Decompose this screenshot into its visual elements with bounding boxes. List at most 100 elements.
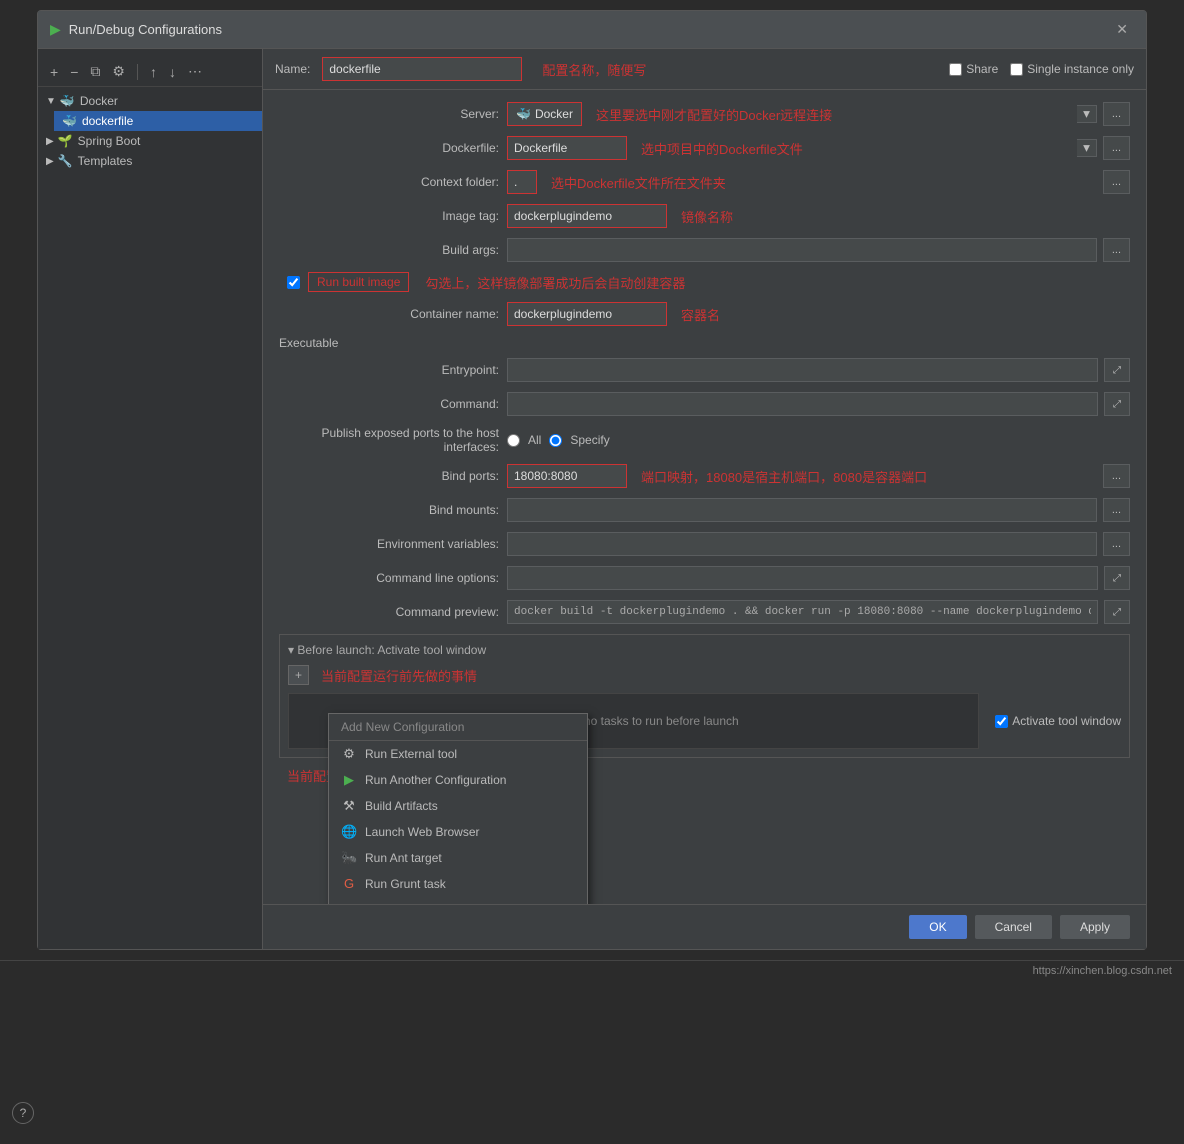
envvars-row: Environment variables: ... [279, 532, 1130, 556]
context-row: Context folder: 选中Dockerfile文件所在文件夹 ... [279, 170, 1130, 194]
server-browse-btn[interactable]: ... [1103, 102, 1130, 126]
dockerfile-input[interactable] [507, 136, 627, 160]
envvars-browse-btn[interactable]: ... [1103, 532, 1130, 556]
sidebar-item-spring-boot[interactable]: ▶ 🌱 Spring Boot [38, 131, 262, 151]
before-launch-title: ▾ Before launch: Activate tool window [288, 643, 1121, 657]
server-docker-icon: 🐳 [516, 107, 531, 121]
server-dropdown-btn[interactable]: ▾ [1077, 105, 1097, 123]
cmdoptions-expand-btn[interactable]: ⤢ [1104, 566, 1130, 590]
expand-arrow-templates: ▶ [46, 156, 54, 167]
context-label: Context folder: [279, 175, 499, 189]
config-header: Name: 配置名称，随便写 Share Single instance onl… [263, 49, 1146, 90]
close-button[interactable]: ✕ [1110, 19, 1134, 40]
cmdpreview-expand-btn[interactable]: ⤢ [1104, 600, 1130, 624]
context-input[interactable] [507, 170, 537, 194]
dockerfile-browse-btn[interactable]: ... [1103, 136, 1130, 160]
name-input[interactable] [322, 57, 522, 81]
share-checkbox[interactable] [949, 63, 962, 76]
specify-ports-radio[interactable] [549, 434, 562, 447]
bindmounts-browse-btn[interactable]: ... [1103, 498, 1130, 522]
command-row: Command: ⤢ [279, 392, 1130, 416]
left-panel: + − ⧉ ⚙ ↑ ↓ ⋯ ▼ 🐳 Docker 🐳 [38, 49, 263, 949]
dropdown-item-ant[interactable]: 🐜 Run Ant target [329, 845, 587, 871]
expand-arrow-spring: ▶ [46, 136, 54, 147]
sidebar-item-label-dockerfile: dockerfile [82, 114, 133, 128]
statusbar-url: https://xinchen.blog.csdn.net [1033, 965, 1172, 977]
dialog-buttons: ? OK Cancel Apply [263, 904, 1146, 949]
sidebar-item-label-spring: Spring Boot [78, 134, 141, 148]
move-up-button[interactable]: ↑ [146, 62, 161, 82]
dialog-title: Run/Debug Configurations [69, 22, 1102, 37]
containername-input[interactable] [507, 302, 667, 326]
dialog-titlebar: ▶ Run/Debug Configurations ✕ [38, 11, 1146, 49]
cmdoptions-row: Command line options: ⤢ [279, 566, 1130, 590]
docker-children: 🐳 dockerfile [54, 111, 262, 131]
activate-tool-window-label: Activate tool window [1012, 714, 1121, 728]
dropdown-item-launch-browser[interactable]: 🌐 Launch Web Browser [329, 819, 587, 845]
activate-tool-window-checkbox[interactable] [995, 715, 1008, 728]
single-instance-checkbox[interactable] [1010, 63, 1023, 76]
dockerfile-label: Dockerfile: [279, 141, 499, 155]
add-config-button[interactable]: + [46, 62, 62, 82]
command-expand-btn[interactable]: ⤢ [1104, 392, 1130, 416]
bindports-input[interactable] [507, 464, 627, 488]
cmdoptions-input[interactable] [507, 566, 1098, 590]
command-label: Command: [279, 397, 499, 411]
dropdown-item-label-browser: Launch Web Browser [365, 825, 480, 839]
templates-icon: 🔧 [58, 154, 73, 168]
left-toolbar: + − ⧉ ⚙ ↑ ↓ ⋯ [38, 57, 262, 87]
sidebar-item-dockerfile[interactable]: 🐳 dockerfile [54, 111, 262, 131]
containername-annotation: 容器名 [681, 305, 720, 324]
dropdown-item-gulp[interactable]: G Run gulp task [329, 896, 587, 904]
before-launch-section: ▾ Before launch: Activate tool window + … [279, 634, 1130, 758]
command-input[interactable] [507, 392, 1098, 416]
bindmounts-row: Bind mounts: ... [279, 498, 1130, 522]
specify-ports-label: Specify [570, 433, 609, 447]
before-launch-annotation: 当前配置运行前先做的事情 [321, 666, 477, 685]
server-value: Docker [535, 107, 573, 121]
cancel-button[interactable]: Cancel [975, 915, 1052, 939]
cmdoptions-label: Command line options: [279, 571, 499, 585]
right-panel: Name: 配置名称，随便写 Share Single instance onl… [263, 49, 1146, 949]
bindports-row: Bind ports: 端口映射，18080是宿主机端口，8080是容器端口 .… [279, 464, 1130, 488]
remove-config-button[interactable]: − [66, 62, 82, 82]
dropdown-item-another-config[interactable]: ▶ Run Another Configuration [329, 767, 587, 793]
entrypoint-input[interactable] [507, 358, 1098, 382]
single-instance-label: Single instance only [1027, 62, 1134, 76]
more-button[interactable]: ⋯ [184, 61, 206, 82]
dialog-icon: ▶ [50, 21, 61, 38]
server-row: Server: 🐳 Docker 这里要选中刚才配置好的Docker远程连接 ▾… [279, 102, 1130, 126]
envvars-input[interactable] [507, 532, 1097, 556]
dropdown-item-label-build: Build Artifacts [365, 799, 438, 813]
dropdown-item-run-external[interactable]: ⚙ Run External tool [329, 741, 587, 767]
publish-ports-radios: All Specify [507, 433, 610, 447]
ok-button[interactable]: OK [909, 915, 966, 939]
dockerfile-dropdown-btn[interactable]: ▾ [1077, 139, 1097, 157]
imagetag-input-group: 镜像名称 [507, 204, 1130, 228]
dropdown-header: Add New Configuration [329, 714, 587, 741]
all-ports-label: All [528, 433, 541, 447]
sidebar-item-templates[interactable]: ▶ 🔧 Templates [38, 151, 262, 171]
apply-button[interactable]: Apply [1060, 915, 1130, 939]
context-browse-btn[interactable]: ... [1103, 170, 1130, 194]
entrypoint-expand-btn[interactable]: ⤢ [1104, 358, 1130, 382]
settings-button[interactable]: ⚙ [108, 61, 129, 82]
run-built-annotation: 勾选上，这样镜像部署成功后会自动创建容器 [425, 273, 685, 292]
containername-row: Container name: 容器名 [279, 302, 1130, 326]
copy-config-button[interactable]: ⧉ [86, 61, 104, 82]
dockerfile-input-group: 选中项目中的Dockerfile文件 ▾ ... [507, 136, 1130, 160]
add-before-launch-btn[interactable]: + [288, 665, 309, 685]
run-built-checkbox[interactable] [287, 276, 300, 289]
move-down-button[interactable]: ↓ [165, 62, 180, 82]
name-annotation: 配置名称，随便写 [542, 60, 646, 79]
bindports-browse-btn[interactable]: ... [1103, 464, 1130, 488]
bindmounts-input[interactable] [507, 498, 1097, 522]
sidebar-item-docker-group[interactable]: ▼ 🐳 Docker [38, 91, 262, 111]
imagetag-input[interactable] [507, 204, 667, 228]
dropdown-item-build-artifacts[interactable]: ⚒ Build Artifacts [329, 793, 587, 819]
buildargs-browse-btn[interactable]: ... [1103, 238, 1130, 262]
dropdown-item-grunt[interactable]: G Run Grunt task [329, 871, 587, 896]
buildargs-input[interactable] [507, 238, 1097, 262]
all-ports-radio[interactable] [507, 434, 520, 447]
before-launch-toolbar: + 当前配置运行前先做的事情 Add New Configuration ⚙ R… [288, 665, 1121, 685]
